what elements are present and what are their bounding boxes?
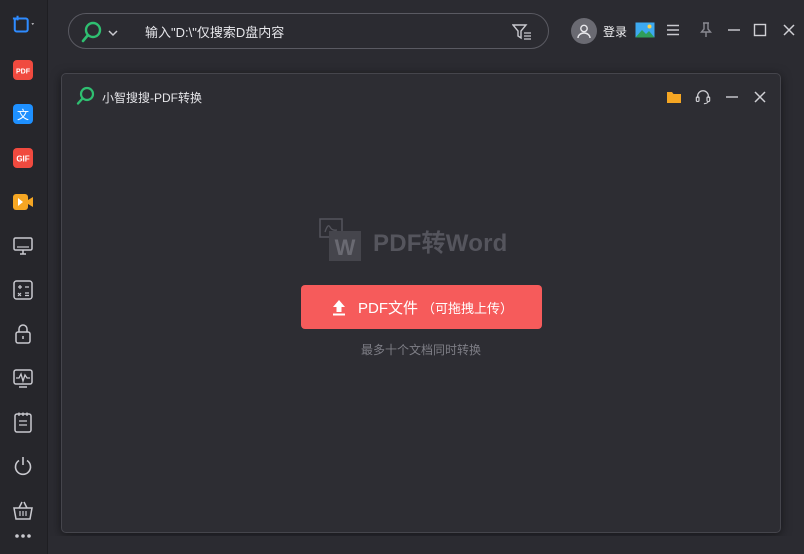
folder-icon[interactable] [666,89,682,105]
basket-icon[interactable] [11,498,35,522]
pdf-to-word-logo: W PDF转Word [319,217,507,263]
headset-icon[interactable] [695,89,711,105]
menu-icon[interactable] [665,22,681,38]
video-icon[interactable] [11,190,35,214]
power-icon[interactable] [11,454,35,478]
upload-pdf-button[interactable]: PDF文件 （可拖拽上传） [301,285,542,329]
pdf-icon[interactable]: PDF [11,58,35,82]
close-icon[interactable] [781,22,797,38]
svg-text:文: 文 [17,107,29,122]
skin-icon[interactable] [635,21,655,39]
sidebar: PDF 文 GIF [0,0,48,554]
app-logo-search-icon [76,86,96,106]
bottom-strip [48,536,804,554]
login-button[interactable]: 登录 [571,18,627,44]
waveform-icon[interactable] [11,366,35,390]
login-label: 登录 [603,24,628,39]
dialog-minimize-icon[interactable] [724,89,740,105]
crop-icon[interactable] [12,13,36,37]
dialog-close-icon[interactable] [752,89,768,105]
svg-text:GIF: GIF [16,155,29,164]
conversion-hint: 最多十个文档同时转换 [360,343,481,357]
more-icon[interactable] [11,528,35,544]
notepad-icon[interactable] [11,410,35,434]
svg-text:W: W [335,235,356,260]
calculator-icon[interactable] [11,278,35,302]
search-input[interactable] [145,22,505,42]
lock-icon[interactable] [11,322,35,346]
gif-icon[interactable]: GIF [11,146,35,170]
pdf-convert-dialog: 小智搜搜-PDF转换 W PDF转Word PDF文件 （可拖拽上传） 最多十个… [61,73,781,533]
dialog-title: 小智搜搜-PDF转换 [102,91,202,105]
translate-icon[interactable]: 文 [11,102,35,126]
upload-icon [330,298,348,316]
search-box[interactable] [68,13,549,49]
svg-text:PDF: PDF [16,69,31,76]
top-bar: 登录 [48,0,804,62]
pin-icon[interactable] [698,22,714,38]
maximize-icon[interactable] [752,22,768,38]
logo-text: PDF转Word [373,229,508,257]
upload-sublabel: （可拖拽上传） [422,300,514,316]
search-icon[interactable] [81,21,103,43]
search-dropdown-chevron-icon[interactable] [107,26,119,38]
upload-label: PDF文件 [357,299,418,317]
word-doc-icon: W [319,218,363,262]
avatar [571,18,597,44]
filter-icon[interactable] [511,23,532,41]
minimize-icon[interactable] [726,22,742,38]
monitor-icon[interactable] [11,234,35,258]
